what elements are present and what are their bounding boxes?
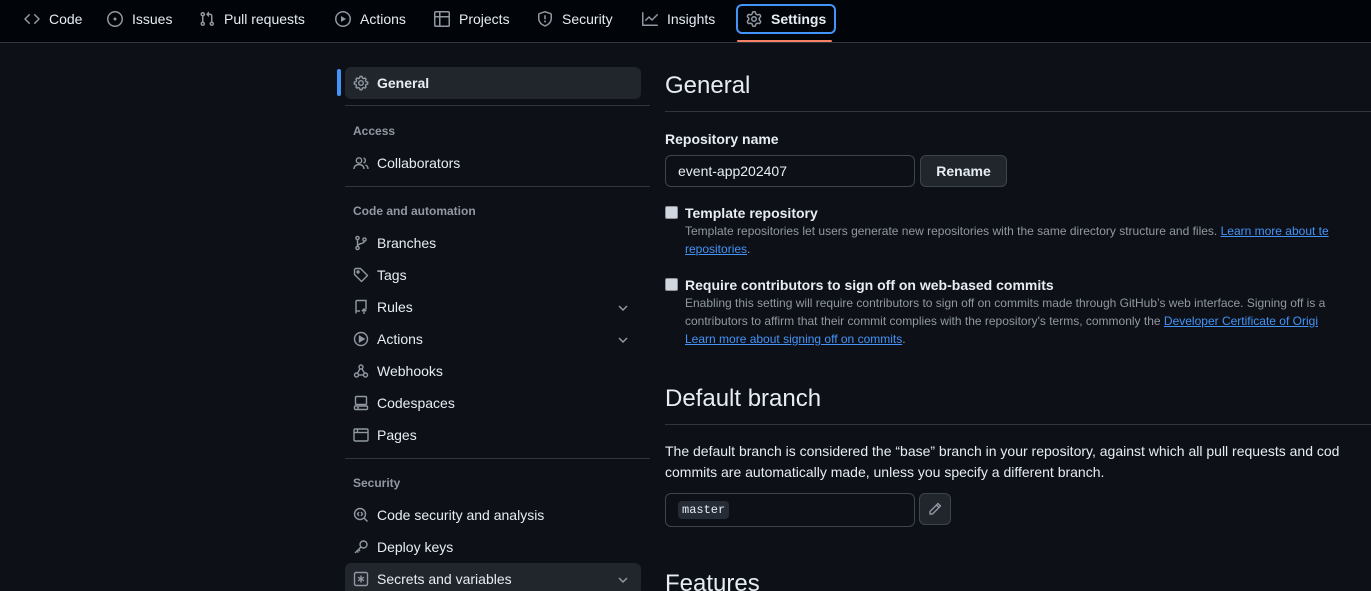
sidebar-item-label: Secrets and variables [377,571,512,587]
tab-code[interactable]: Code [16,5,90,33]
active-item-marker [337,69,341,96]
repo-name-input[interactable] [665,155,915,187]
sidebar-item-label: Collaborators [377,155,461,171]
sidebar-item-rules[interactable]: Rules [345,291,641,323]
chevron-down-icon[interactable] [615,332,631,348]
repo-push-icon [355,299,367,314]
sidebar-item-pages[interactable]: Pages [345,419,641,451]
sidebar-item-webhooks[interactable]: Webhooks [345,355,641,387]
settings-main: General Repository name Rename Template … [665,0,1371,591]
dco-link[interactable]: Developer Certificate of Origi [1164,314,1318,328]
sidebar-divider [345,186,650,187]
sidebar-divider [345,105,650,106]
signoff-checkbox[interactable] [665,278,678,291]
section-divider [665,111,1371,112]
play-icon [353,331,369,347]
sidebar-item-general[interactable]: General [345,67,641,99]
template-repo-checkbox[interactable] [665,206,678,219]
codespaces-icon [353,395,369,411]
settings-sidebar: General Access Collaborators Code and au… [337,0,650,591]
sidebar-item-label: Actions [377,331,423,347]
sidebar-item-label: Rules [377,299,413,315]
tab-pull-requests[interactable]: Pull requests [191,5,313,33]
pencil-icon [929,502,942,515]
sidebar-heading-code-automation: Code and automation [353,204,476,218]
page-title: General [665,72,751,99]
default-branch-field: master [665,493,915,527]
sidebar-item-codespaces[interactable]: Codespaces [345,387,641,419]
sidebar-item-label: Webhooks [377,363,443,379]
sidebar-divider [345,458,650,459]
browser-icon [353,428,369,442]
features-title: Features [665,570,760,591]
code-icon [24,13,40,25]
sidebar-item-label: Code security and analysis [377,507,545,523]
template-repo-description: Template repositories let users generate… [685,224,1329,256]
sidebar-item-label: Tags [377,267,407,283]
tag-icon [353,267,369,283]
section-divider [665,424,1371,425]
sidebar-item-label: Branches [377,235,437,251]
codescan-icon [353,507,368,522]
tab-issues[interactable]: Issues [99,5,180,33]
sidebar-item-label: Codespaces [377,395,455,411]
sidebar-item-branches[interactable]: Branches [345,227,641,259]
git-pull-request-icon [200,11,215,27]
default-branch-description: The default branch is considered the “ba… [665,443,1340,480]
rename-button[interactable]: Rename [920,155,1007,187]
learn-more-template-link[interactable]: Learn more about te [1221,224,1329,238]
chevron-down-icon[interactable] [615,300,631,316]
issue-opened-icon [107,11,123,27]
sidebar-item-label: Deploy keys [377,539,454,555]
sidebar-item-collaborators[interactable]: Collaborators [345,147,641,179]
git-branch-icon [355,235,367,251]
sidebar-item-label: Pages [377,427,417,443]
gear-icon [353,75,369,91]
sidebar-item-secrets-variables[interactable]: Secrets and variables [345,563,641,591]
key-asterisk-icon [353,571,369,587]
sidebar-heading-access: Access [353,124,396,138]
people-icon [353,157,369,170]
repo-name-label: Repository name [665,131,779,147]
edit-default-branch-button[interactable] [919,493,951,525]
branch-name: master [678,501,730,519]
key-icon [354,540,368,554]
signoff-description: Enabling this setting will require contr… [685,296,1326,346]
tab-label: Pull requests [224,11,305,27]
signoff-title: Require contributors to sign off on web-… [685,277,1054,293]
sidebar-item-actions[interactable]: Actions [345,323,641,355]
sidebar-item-tags[interactable]: Tags [345,259,641,291]
chevron-down-icon[interactable] [615,572,631,588]
sidebar-item-code-security[interactable]: Code security and analysis [345,499,641,531]
tab-label: Code [49,11,83,27]
sidebar-item-label: General [377,75,430,91]
sidebar-heading-security: Security [353,476,401,490]
sidebar-item-deploy-keys[interactable]: Deploy keys [345,531,641,563]
template-repo-title: Template repository [685,205,818,221]
default-branch-title: Default branch [665,385,822,412]
learn-more-template-link-cont[interactable]: repositories [685,242,747,256]
webhook-icon [353,364,369,378]
learn-more-signoff-link[interactable]: Learn more about signing off on commits [685,332,902,346]
tab-label: Issues [132,11,173,27]
